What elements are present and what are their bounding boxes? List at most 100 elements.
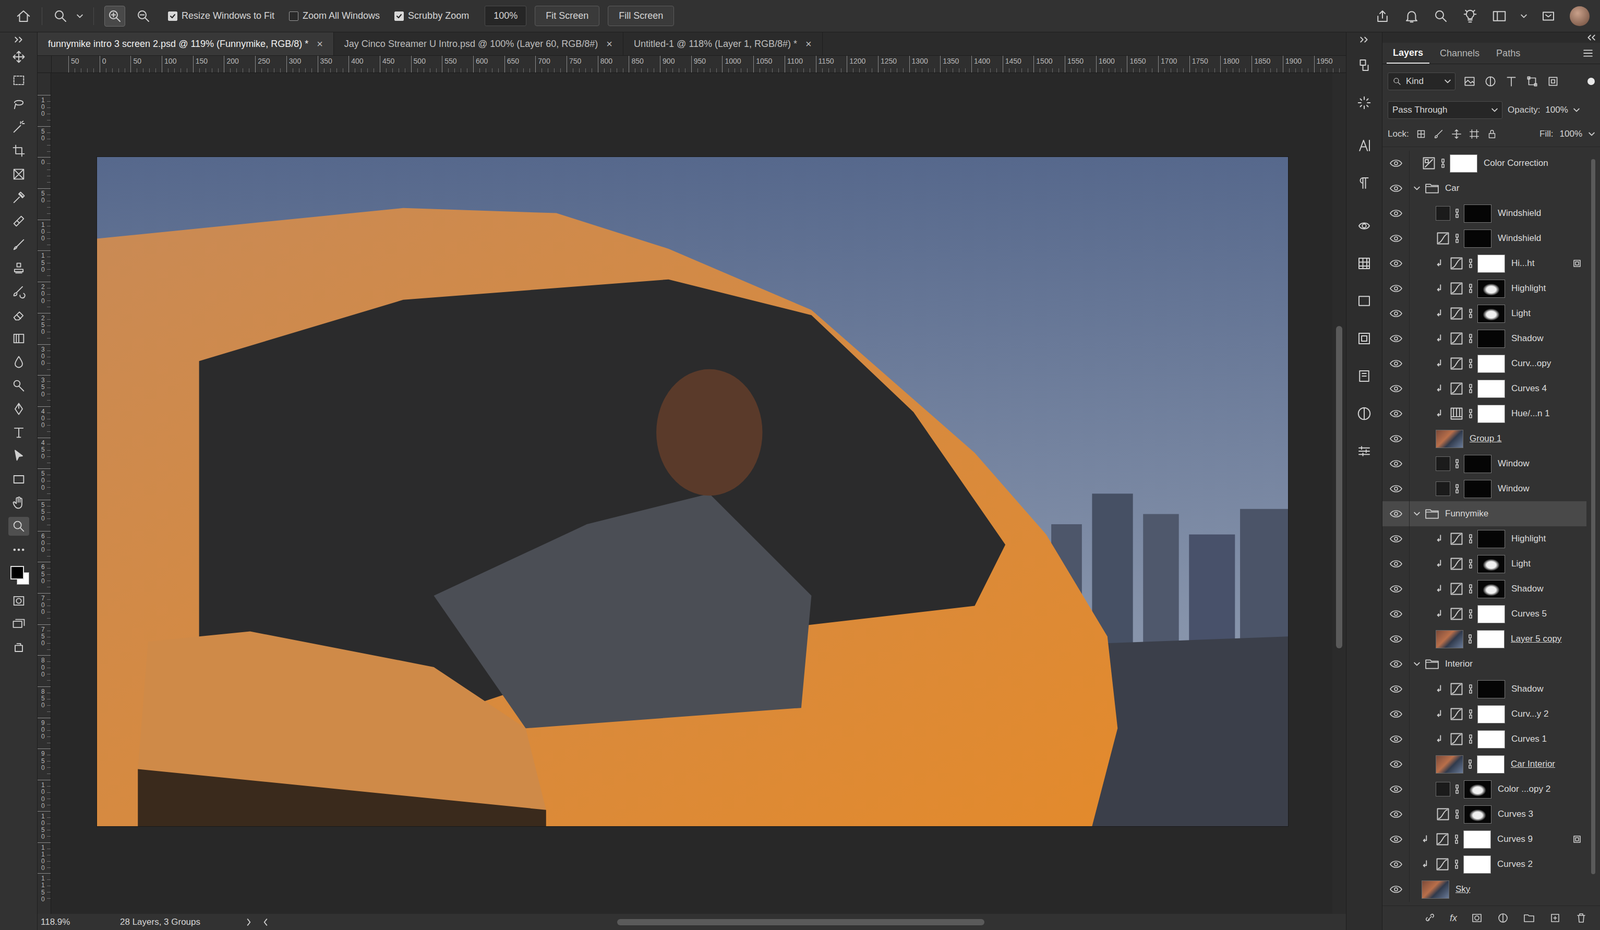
collapse-icon[interactable]	[1586, 34, 1596, 41]
mask-thumbnail[interactable]	[1477, 680, 1506, 699]
tool-button[interactable]	[8, 188, 30, 208]
shape-filter-icon[interactable]	[1525, 74, 1539, 89]
layer-row[interactable]: Curves 1	[1382, 726, 1587, 752]
mask-thumbnail[interactable]	[1476, 630, 1505, 649]
lock-pixels-icon[interactable]	[1433, 128, 1445, 140]
checkbox-box[interactable]	[167, 11, 178, 21]
visibility-toggle[interactable]	[1382, 451, 1410, 477]
visibility-toggle[interactable]	[1382, 150, 1410, 176]
visibility-toggle[interactable]	[1382, 676, 1410, 702]
foreground-color[interactable]	[10, 566, 24, 580]
chevron-down-icon[interactable]	[1573, 107, 1580, 113]
mask-thumbnail[interactable]	[1463, 204, 1492, 223]
layer-row[interactable]: Group 1	[1382, 426, 1587, 452]
tool-button[interactable]	[8, 376, 30, 395]
lightbulb-icon[interactable]	[1462, 8, 1478, 24]
option-button[interactable]: Fit Screen	[534, 5, 600, 27]
menu-icon[interactable]	[1583, 49, 1593, 57]
document-tab[interactable]: funnymike intro 3 screen 2.psd @ 119% (F…	[37, 32, 334, 56]
mask-thumbnail[interactable]	[1463, 479, 1492, 499]
visibility-toggle[interactable]	[1382, 776, 1410, 802]
panel-button[interactable]	[1352, 248, 1376, 279]
user-avatar[interactable]	[1569, 6, 1590, 27]
link-icon[interactable]	[1454, 483, 1460, 495]
mask-thumbnail[interactable]	[1477, 279, 1506, 298]
lock-position-icon[interactable]	[1450, 128, 1463, 140]
layer-row[interactable]: Light	[1382, 551, 1587, 577]
new-group-icon[interactable]	[1522, 911, 1536, 925]
visibility-toggle[interactable]	[1382, 250, 1410, 276]
layer-row[interactable]: Curves 2	[1382, 851, 1587, 877]
tool-button[interactable]	[8, 591, 30, 611]
tool-button[interactable]	[8, 352, 30, 372]
panel-button[interactable]	[1352, 50, 1376, 81]
filter-toggle[interactable]	[1587, 77, 1595, 86]
document-tab[interactable]: Untitled-1 @ 118% (Layer 1, RGB/8#) * ×	[623, 32, 823, 56]
tool-button[interactable]	[8, 399, 30, 419]
panel-tab[interactable]: Channels	[1433, 43, 1486, 64]
panel-button[interactable]	[1352, 436, 1376, 467]
canvas[interactable]	[51, 73, 1333, 914]
visibility-toggle[interactable]	[1382, 726, 1410, 752]
tool-button[interactable]	[8, 446, 30, 466]
visibility-toggle[interactable]	[1382, 601, 1410, 627]
expand-icon[interactable]	[1413, 662, 1421, 667]
zoom-preset-icon[interactable]	[52, 8, 69, 24]
link-icon[interactable]	[1468, 283, 1474, 294]
link-icon[interactable]	[1454, 208, 1460, 219]
link-icon[interactable]	[1468, 408, 1474, 419]
layer-row[interactable]: Shadow	[1382, 676, 1587, 702]
panel-button[interactable]	[1352, 361, 1376, 392]
pixel-filter-icon[interactable]	[1462, 74, 1477, 89]
tool-button[interactable]	[8, 470, 30, 489]
smart-filter-icon[interactable]	[1572, 835, 1582, 844]
visibility-toggle[interactable]	[1382, 225, 1410, 251]
horizontal-scrollbar[interactable]	[281, 919, 1331, 926]
tool-button[interactable]	[8, 70, 30, 90]
collapse-icon[interactable]	[14, 36, 24, 43]
layer-row[interactable]: Car Interior	[1382, 751, 1587, 777]
link-icon[interactable]	[1468, 358, 1474, 369]
layer-row[interactable]: Layer 5 copy	[1382, 626, 1587, 652]
layer-row[interactable]: Interior	[1382, 651, 1587, 677]
mask-thumbnail[interactable]	[1463, 805, 1492, 824]
layer-row[interactable]: Color Correction	[1382, 150, 1587, 176]
mask-thumbnail[interactable]	[1477, 379, 1506, 399]
link-icon[interactable]	[1468, 258, 1474, 269]
visibility-toggle[interactable]	[1382, 301, 1410, 327]
visibility-toggle[interactable]	[1382, 476, 1410, 502]
mask-thumbnail[interactable]	[1463, 780, 1492, 799]
layer-row[interactable]: Curves 4	[1382, 376, 1587, 402]
layer-row[interactable]: Windshield	[1382, 200, 1587, 226]
smart-filter-icon[interactable]	[1546, 74, 1560, 89]
link-icon[interactable]	[1468, 583, 1474, 595]
mask-thumbnail[interactable]	[1463, 855, 1491, 874]
visibility-toggle[interactable]	[1382, 801, 1410, 827]
mask-thumbnail[interactable]	[1477, 730, 1506, 749]
tool-button[interactable]	[8, 141, 30, 161]
visibility-toggle[interactable]	[1382, 626, 1410, 652]
smart-filter-icon[interactable]	[1572, 259, 1582, 268]
scroll-thumb[interactable]	[1591, 159, 1596, 875]
visibility-toggle[interactable]	[1382, 426, 1410, 452]
layer-row[interactable]: Color ...opy 2	[1382, 776, 1587, 802]
layer-row[interactable]: Curv...y 2	[1382, 701, 1587, 727]
link-icon[interactable]	[1468, 308, 1474, 319]
lock-artboard-icon[interactable]	[1468, 128, 1481, 140]
tool-button[interactable]	[8, 423, 30, 442]
link-icon[interactable]	[1468, 708, 1474, 720]
checkbox-box[interactable]	[394, 11, 404, 21]
layer-row[interactable]: Window	[1382, 451, 1587, 477]
workspace-icon[interactable]	[1491, 8, 1508, 24]
search-icon[interactable]	[1433, 8, 1449, 24]
panel-button[interactable]	[1352, 210, 1376, 242]
layer-row[interactable]: Curves 5	[1382, 601, 1587, 627]
link-icon[interactable]	[1453, 859, 1460, 870]
effects-button[interactable]: fx	[1449, 912, 1458, 924]
mask-thumbnail[interactable]	[1477, 304, 1506, 323]
visibility-toggle[interactable]	[1382, 526, 1410, 552]
visibility-toggle[interactable]	[1382, 826, 1410, 852]
tool-button[interactable]	[8, 47, 30, 67]
link-icon[interactable]	[1468, 533, 1474, 545]
panel-button[interactable]	[1352, 130, 1376, 161]
